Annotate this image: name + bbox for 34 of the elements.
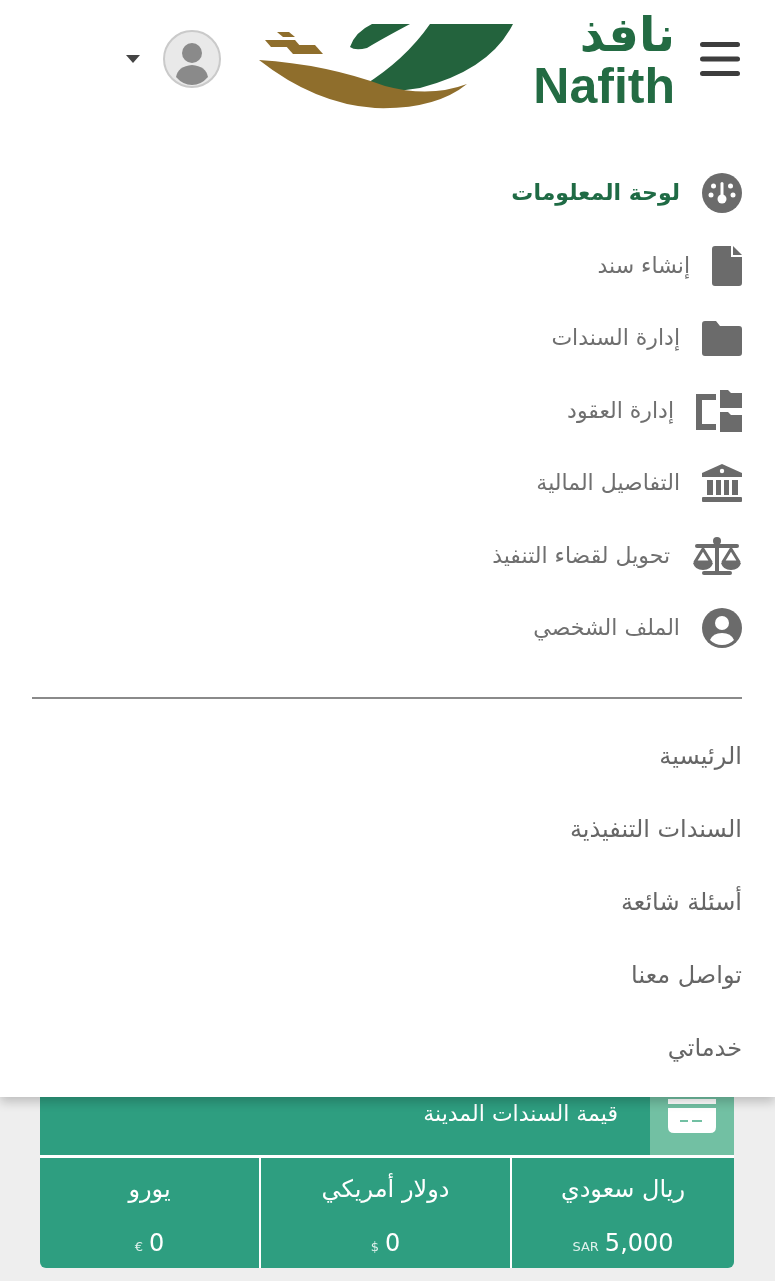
nav-link[interactable]: خدماتي <box>667 1031 742 1065</box>
folder-icon <box>702 320 742 356</box>
scale-icon <box>692 536 742 575</box>
card-title: قيمة السندات المدينة <box>423 1100 619 1128</box>
nav-link[interactable]: تواصل معنا <box>631 958 742 992</box>
file-icon <box>712 245 742 286</box>
menu-item[interactable]: إدارة السندات <box>551 320 742 356</box>
menu-icon[interactable] <box>700 42 740 76</box>
nav-link[interactable]: أسئلة شائعة <box>621 885 742 919</box>
nav-link[interactable]: السندات التنفيذية <box>569 812 742 846</box>
menu-item[interactable]: لوحة المعلومات <box>511 173 742 214</box>
folder-tree-icon <box>696 389 742 432</box>
user-icon <box>702 608 742 649</box>
caret-icon[interactable] <box>126 55 140 63</box>
menu-item[interactable]: إدارة العقود <box>567 389 742 432</box>
amount-text: 5,000 <box>604 1228 674 1259</box>
amount-text: 0 <box>385 1228 401 1259</box>
dashboard-icon <box>702 173 742 214</box>
currency-unit: SAR <box>572 1238 599 1256</box>
bank-icon <box>702 464 742 503</box>
currency-name: ريال سعودي <box>560 1174 686 1205</box>
currency-unit: $ <box>370 1238 379 1256</box>
avatar-icon[interactable] <box>163 30 221 88</box>
amount-text: 0 <box>149 1228 165 1259</box>
logo-text: Nafith <box>533 61 675 111</box>
currency-name: دولار أمريكي <box>321 1172 450 1205</box>
logo-arabic-text: نافذ <box>579 7 675 61</box>
menu-item[interactable]: الملف الشخصي <box>533 608 742 649</box>
menu-item[interactable]: تحويل لقضاء التنفيذ <box>492 536 742 575</box>
nav-link[interactable]: الرئيسية <box>659 739 742 773</box>
currency-name: يورو <box>128 1174 171 1205</box>
currency-unit: € <box>134 1238 143 1256</box>
menu-item[interactable]: إنشاء سند <box>597 245 742 286</box>
menu-item[interactable]: التفاصيل المالية <box>536 464 742 503</box>
